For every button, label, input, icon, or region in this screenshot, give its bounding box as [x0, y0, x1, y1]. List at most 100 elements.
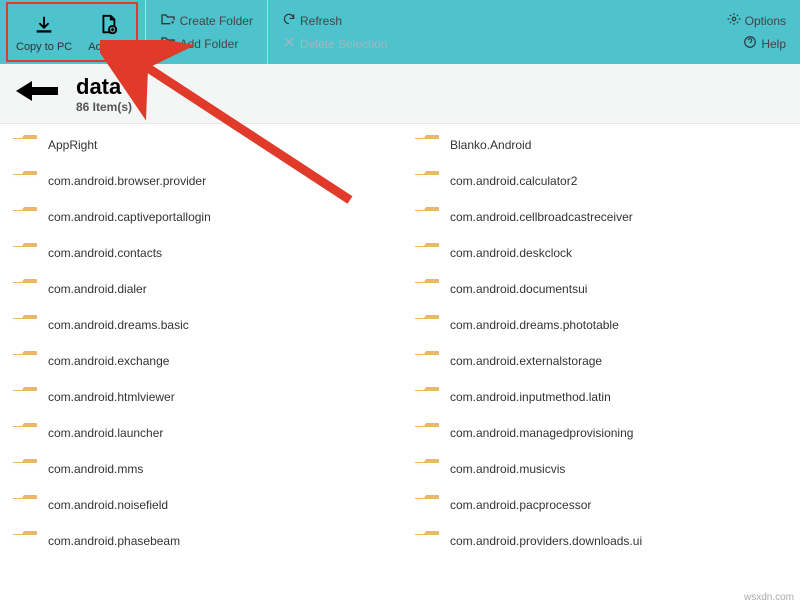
folder-icon	[12, 458, 38, 480]
folder-item[interactable]: com.android.exchange	[12, 348, 394, 374]
folder-icon	[414, 530, 440, 552]
folder-icon	[12, 350, 38, 372]
folder-label: com.android.cellbroadcastreceiver	[450, 210, 633, 224]
folder-label: com.android.deskclock	[450, 246, 572, 260]
folder-label: com.android.dreams.phototable	[450, 318, 619, 332]
folder-icon	[12, 278, 38, 300]
folder-item[interactable]: com.android.launcher	[12, 420, 394, 446]
add-folder-button[interactable]: Add Folder	[160, 35, 253, 52]
folder-item[interactable]: com.android.phasebeam	[12, 528, 394, 554]
folder-item[interactable]: com.android.inputmethod.latin	[414, 384, 796, 410]
copy-to-pc-label: Copy to PC	[16, 41, 72, 53]
folder-label: com.android.htmlviewer	[48, 390, 175, 404]
folder-label: com.android.documentsui	[450, 282, 587, 296]
folder-icon	[12, 386, 38, 408]
folder-item[interactable]: com.android.managedprovisioning	[414, 420, 796, 446]
folder-item[interactable]: com.android.providers.downloads.ui	[414, 528, 796, 554]
folder-item[interactable]: com.android.browser.provider	[12, 168, 394, 194]
watermark: wsxdn.com	[744, 592, 794, 603]
delete-icon	[282, 35, 296, 52]
folder-label: com.android.captiveportallogin	[48, 210, 211, 224]
folder-item[interactable]: com.android.captiveportallogin	[12, 204, 394, 230]
folder-item[interactable]: Blanko.Android	[414, 132, 796, 158]
folder-item[interactable]: com.android.musicvis	[414, 456, 796, 482]
folder-label: com.android.mms	[48, 462, 143, 476]
folder-label: AppRight	[48, 138, 97, 152]
folder-item[interactable]: com.android.dreams.phototable	[414, 312, 796, 338]
folder-icon	[414, 494, 440, 516]
folder-icon	[414, 242, 440, 264]
folder-item[interactable]: com.android.dreams.basic	[12, 312, 394, 338]
folder-label: com.android.exchange	[48, 354, 169, 368]
folder-label: com.android.calculator2	[450, 174, 577, 188]
refresh-button[interactable]: Refresh	[282, 12, 387, 29]
create-folder-label: Create Folder	[180, 14, 253, 28]
folder-item[interactable]: com.android.deskclock	[414, 240, 796, 266]
folder-icon	[414, 278, 440, 300]
toolbar: Copy to PC Add File Create Folder Add Fo…	[0, 0, 800, 64]
folder-icon	[12, 422, 38, 444]
folder-icon	[414, 422, 440, 444]
folder-icon	[12, 314, 38, 336]
folder-label: com.android.musicvis	[450, 462, 565, 476]
folder-item[interactable]: com.android.pacprocessor	[414, 492, 796, 518]
folder-label: com.android.managedprovisioning	[450, 426, 633, 440]
folder-item[interactable]: com.android.dialer	[12, 276, 394, 302]
folder-item[interactable]: com.android.mms	[12, 456, 394, 482]
folder-label: com.android.inputmethod.latin	[450, 390, 611, 404]
folder-add-icon	[160, 35, 176, 52]
folder-label: com.android.externalstorage	[450, 354, 602, 368]
folder-item[interactable]: com.android.noisefield	[12, 492, 394, 518]
folder-label: Blanko.Android	[450, 138, 531, 152]
options-label: Options	[745, 14, 786, 28]
add-folder-label: Add Folder	[180, 37, 239, 51]
folder-icon	[12, 530, 38, 552]
item-count: 86 Item(s)	[76, 100, 132, 114]
options-button[interactable]: Options	[727, 12, 786, 29]
folder-label: com.android.browser.provider	[48, 174, 206, 188]
folder-label: com.android.dreams.basic	[48, 318, 189, 332]
folder-label: com.android.phasebeam	[48, 534, 180, 548]
refresh-icon	[282, 12, 296, 29]
folder-label: com.android.providers.downloads.ui	[450, 534, 642, 548]
folder-icon	[414, 386, 440, 408]
delete-selection-button[interactable]: Delete Selection	[282, 35, 387, 52]
refresh-label: Refresh	[300, 14, 342, 28]
help-button[interactable]: Help	[727, 35, 786, 52]
folder-label: com.android.launcher	[48, 426, 163, 440]
folder-icon	[414, 170, 440, 192]
folder-label: com.android.contacts	[48, 246, 162, 260]
folder-item[interactable]: com.android.contacts	[12, 240, 394, 266]
folder-item[interactable]: com.android.externalstorage	[414, 348, 796, 374]
path-title: data	[76, 74, 132, 100]
folder-icon	[12, 206, 38, 228]
folder-icon	[12, 170, 38, 192]
create-folder-button[interactable]: Create Folder	[160, 12, 253, 29]
path-bar: data 86 Item(s)	[0, 64, 800, 124]
folder-icon	[12, 134, 38, 156]
delete-selection-label: Delete Selection	[300, 37, 387, 51]
folder-icon	[12, 494, 38, 516]
folder-item[interactable]: com.android.cellbroadcastreceiver	[414, 204, 796, 230]
file-plus-icon	[97, 11, 119, 39]
folder-item[interactable]: com.android.htmlviewer	[12, 384, 394, 410]
folder-icon	[12, 242, 38, 264]
help-icon	[743, 35, 757, 52]
gear-icon	[727, 12, 741, 29]
help-label: Help	[761, 37, 786, 51]
folder-label: com.android.noisefield	[48, 498, 168, 512]
back-arrow-icon[interactable]	[14, 77, 60, 111]
folder-item[interactable]: com.android.calculator2	[414, 168, 796, 194]
folder-icon	[414, 314, 440, 336]
download-icon	[33, 11, 55, 39]
folder-icon	[414, 206, 440, 228]
copy-to-pc-button[interactable]: Copy to PC	[8, 7, 80, 57]
folder-label: com.android.pacprocessor	[450, 498, 591, 512]
file-grid-scroll[interactable]: AppRight Blanko.Android com.android.browse…	[0, 124, 800, 607]
folder-item[interactable]: com.android.documentsui	[414, 276, 796, 302]
folder-icon	[414, 458, 440, 480]
add-file-button[interactable]: Add File	[80, 7, 136, 57]
folder-plus-icon	[160, 12, 176, 29]
file-grid: AppRight Blanko.Android com.android.browse…	[12, 132, 796, 554]
folder-item[interactable]: AppRight	[12, 132, 394, 158]
